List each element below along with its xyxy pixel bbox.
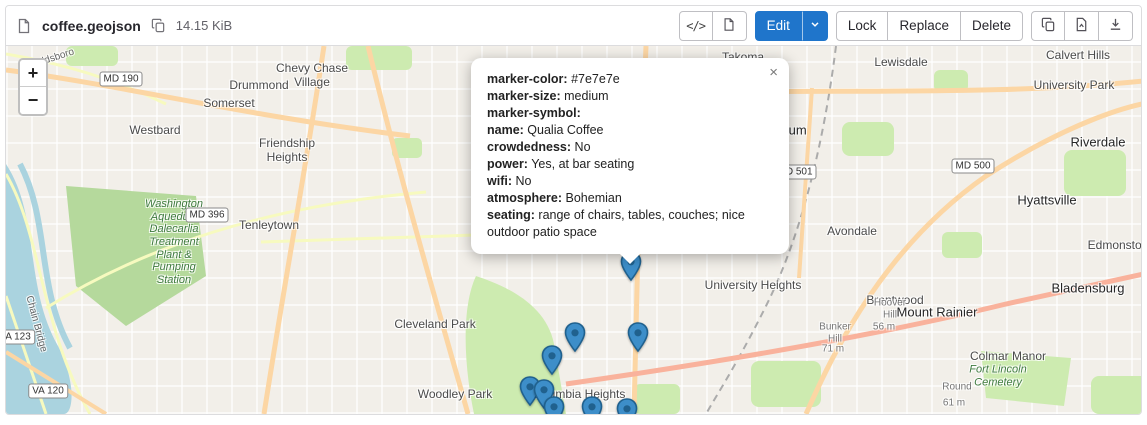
map-label: Riverdale xyxy=(1071,136,1126,151)
code-icon: </> xyxy=(686,19,705,33)
delete-button[interactable]: Delete xyxy=(961,11,1023,41)
popup-property: marker-symbol: xyxy=(487,105,771,122)
map-label: Mount Rainier xyxy=(897,306,978,321)
toolbar-actions: </> Edit Lock Replace D xyxy=(679,11,1133,41)
map-marker-pin[interactable] xyxy=(627,322,649,352)
zoom-in-button[interactable]: + xyxy=(20,60,46,87)
popup-property: name: Qualia Coffee xyxy=(487,122,771,139)
file-action-group: Lock Replace Delete xyxy=(836,11,1023,41)
lock-button[interactable]: Lock xyxy=(836,11,889,41)
file-icon xyxy=(14,16,34,36)
code-view-button[interactable]: </> xyxy=(679,11,713,41)
popup-property: wifi: No xyxy=(487,173,771,190)
rendered-view-button[interactable] xyxy=(713,11,747,41)
map-label: Calvert Hills xyxy=(1046,49,1110,63)
copy-path-icon[interactable] xyxy=(149,16,168,35)
map-label: Bunker Hill xyxy=(819,322,851,345)
map-label: Avondale xyxy=(827,225,877,239)
geojson-map[interactable]: GoldsboroTakomaLewisdaleCalvert HillsUni… xyxy=(6,46,1141,414)
map-label: 56 m xyxy=(873,321,895,333)
file-size: 14.15 KiB xyxy=(176,18,232,33)
chevron-down-icon xyxy=(809,18,821,33)
open-raw-button[interactable] xyxy=(1065,11,1099,41)
view-toggle-group: </> xyxy=(679,11,747,41)
map-label: Edmonston xyxy=(1088,239,1141,253)
map-label: Chevy Chase Village xyxy=(276,62,348,90)
map-label: Lewisdale xyxy=(874,56,927,70)
file-utility-group xyxy=(1031,11,1133,41)
map-label: Hyattsville xyxy=(1017,194,1076,209)
raw-file-icon xyxy=(1074,17,1089,35)
map-label: University Park xyxy=(1034,79,1115,93)
map-label: Bladensburg xyxy=(1052,282,1125,297)
popup-property: power: Yes, at bar seating xyxy=(487,156,771,173)
popup-property: marker-color: #7e7e7e xyxy=(487,71,771,88)
file-viewer-card: coffee.geojson 14.15 KiB </> Edit xyxy=(5,5,1142,415)
popup-property: atmosphere: Bohemian xyxy=(487,190,771,207)
map-marker-pin[interactable] xyxy=(581,396,603,414)
map-marker-pin[interactable] xyxy=(541,345,563,375)
map-label: Tenleytown xyxy=(239,219,299,233)
map-label: Woodley Park xyxy=(418,388,492,402)
map-marker-pin[interactable] xyxy=(616,398,638,414)
popup-close-icon[interactable]: × xyxy=(767,63,780,82)
road-shield: MD 500 xyxy=(951,159,994,174)
file-name: coffee.geojson xyxy=(42,18,141,34)
copy-icon xyxy=(1041,17,1056,35)
map-label: Cleveland Park xyxy=(394,318,475,332)
map-marker-pin[interactable] xyxy=(543,396,565,414)
map-label: 71 m xyxy=(822,343,844,355)
zoom-control: + − xyxy=(18,58,48,116)
popup-property: crowdedness: No xyxy=(487,139,771,156)
road-shield: MD 190 xyxy=(99,72,142,87)
replace-button[interactable]: Replace xyxy=(888,11,961,41)
popup-property: seating: range of chairs, tables, couche… xyxy=(487,207,771,241)
map-label: Round xyxy=(942,381,971,393)
edit-split-button: Edit xyxy=(755,11,828,41)
map-label: University Heights xyxy=(705,279,802,293)
map-label: Westbard xyxy=(129,124,180,138)
document-icon xyxy=(722,17,736,35)
map-label: Colmar Manor xyxy=(970,350,1046,364)
zoom-out-button[interactable]: − xyxy=(20,87,46,114)
map-label: Hoover Hill xyxy=(874,298,906,321)
road-shield: VA 120 xyxy=(28,384,68,399)
map-label: Somerset xyxy=(203,97,254,111)
edit-button[interactable]: Edit xyxy=(755,11,802,41)
map-label: Friendship Heights xyxy=(259,137,315,165)
download-icon xyxy=(1108,17,1123,35)
file-toolbar: coffee.geojson 14.15 KiB </> Edit xyxy=(6,6,1141,46)
feature-popup: × marker-color: #7e7e7emarker-size: medi… xyxy=(471,58,789,254)
road-shield: MD 396 xyxy=(185,208,228,223)
copy-contents-button[interactable] xyxy=(1031,11,1065,41)
edit-dropdown-button[interactable] xyxy=(802,11,828,41)
popup-properties: marker-color: #7e7e7emarker-size: medium… xyxy=(487,71,771,241)
map-label: Fort Lincoln Cemetery xyxy=(969,363,1026,388)
popup-property: marker-size: medium xyxy=(487,88,771,105)
map-marker-pin[interactable] xyxy=(564,322,586,352)
download-button[interactable] xyxy=(1099,11,1133,41)
map-label: 61 m xyxy=(943,397,965,409)
road-shield: A 123 xyxy=(6,330,35,345)
